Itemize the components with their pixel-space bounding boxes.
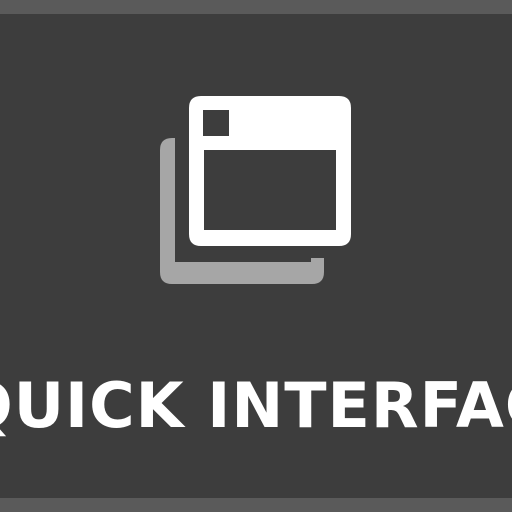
window-control-square: [203, 110, 229, 136]
app-wordmark: QUICK INTERFACE: [0, 369, 512, 442]
back-window-shape: [160, 138, 324, 284]
app-tile: QUICK INTERFACE: [0, 14, 512, 498]
